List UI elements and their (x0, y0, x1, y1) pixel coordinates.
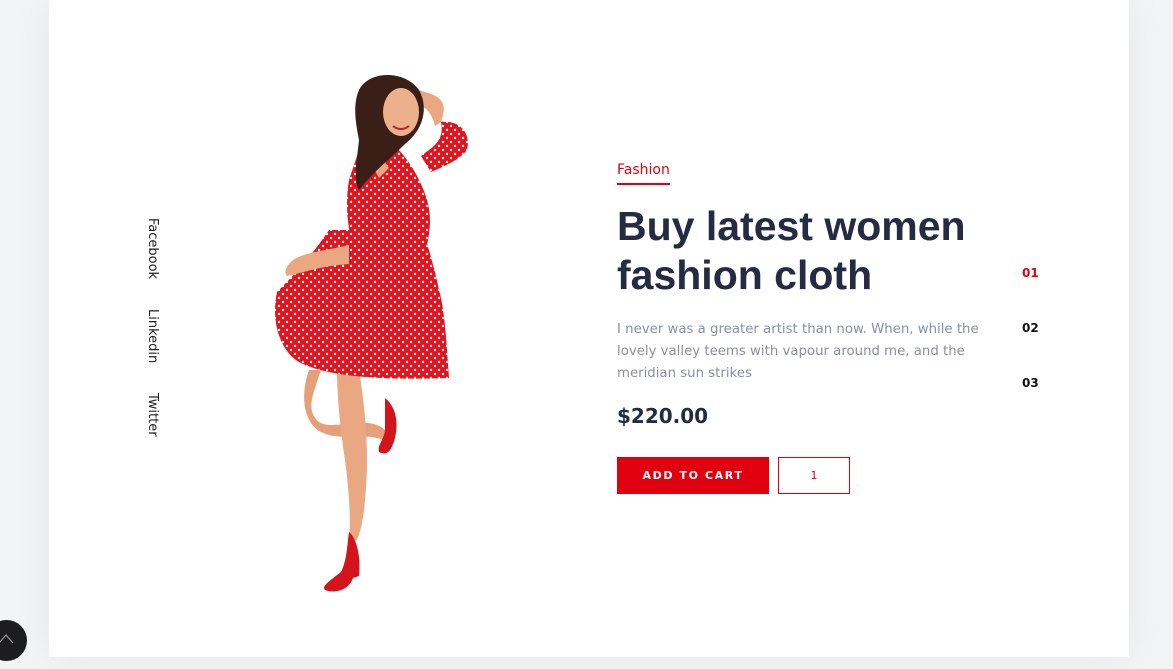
social-link-twitter[interactable]: Twitter (145, 393, 160, 437)
add-to-cart-button[interactable]: ADD TO CART (617, 457, 769, 494)
product-price: $220.00 (617, 404, 709, 428)
model-in-red-dress-image (275, 75, 468, 592)
chevron-up-icon (0, 634, 14, 644)
product-title: Buy latest women fashion cloth (617, 203, 966, 298)
social-link-facebook[interactable]: Facebook (145, 218, 160, 279)
quantity-input[interactable] (778, 457, 850, 494)
hero-slider: Facebook Linkedin Twitter Fashion Buy la… (49, 0, 1129, 657)
social-link-linkedin[interactable]: Linkedin (145, 309, 160, 363)
slide-indicator-03[interactable]: 03 (1022, 376, 1039, 390)
product-category-link[interactable]: Fashion (617, 162, 670, 185)
product-description: I never was a greater artist than now. W… (617, 322, 979, 381)
slide-indicator-02[interactable]: 02 (1022, 321, 1039, 335)
hero-product-image (209, 60, 489, 605)
scroll-to-top-button[interactable] (0, 620, 27, 661)
slide-indicator-01[interactable]: 01 (1022, 266, 1039, 280)
